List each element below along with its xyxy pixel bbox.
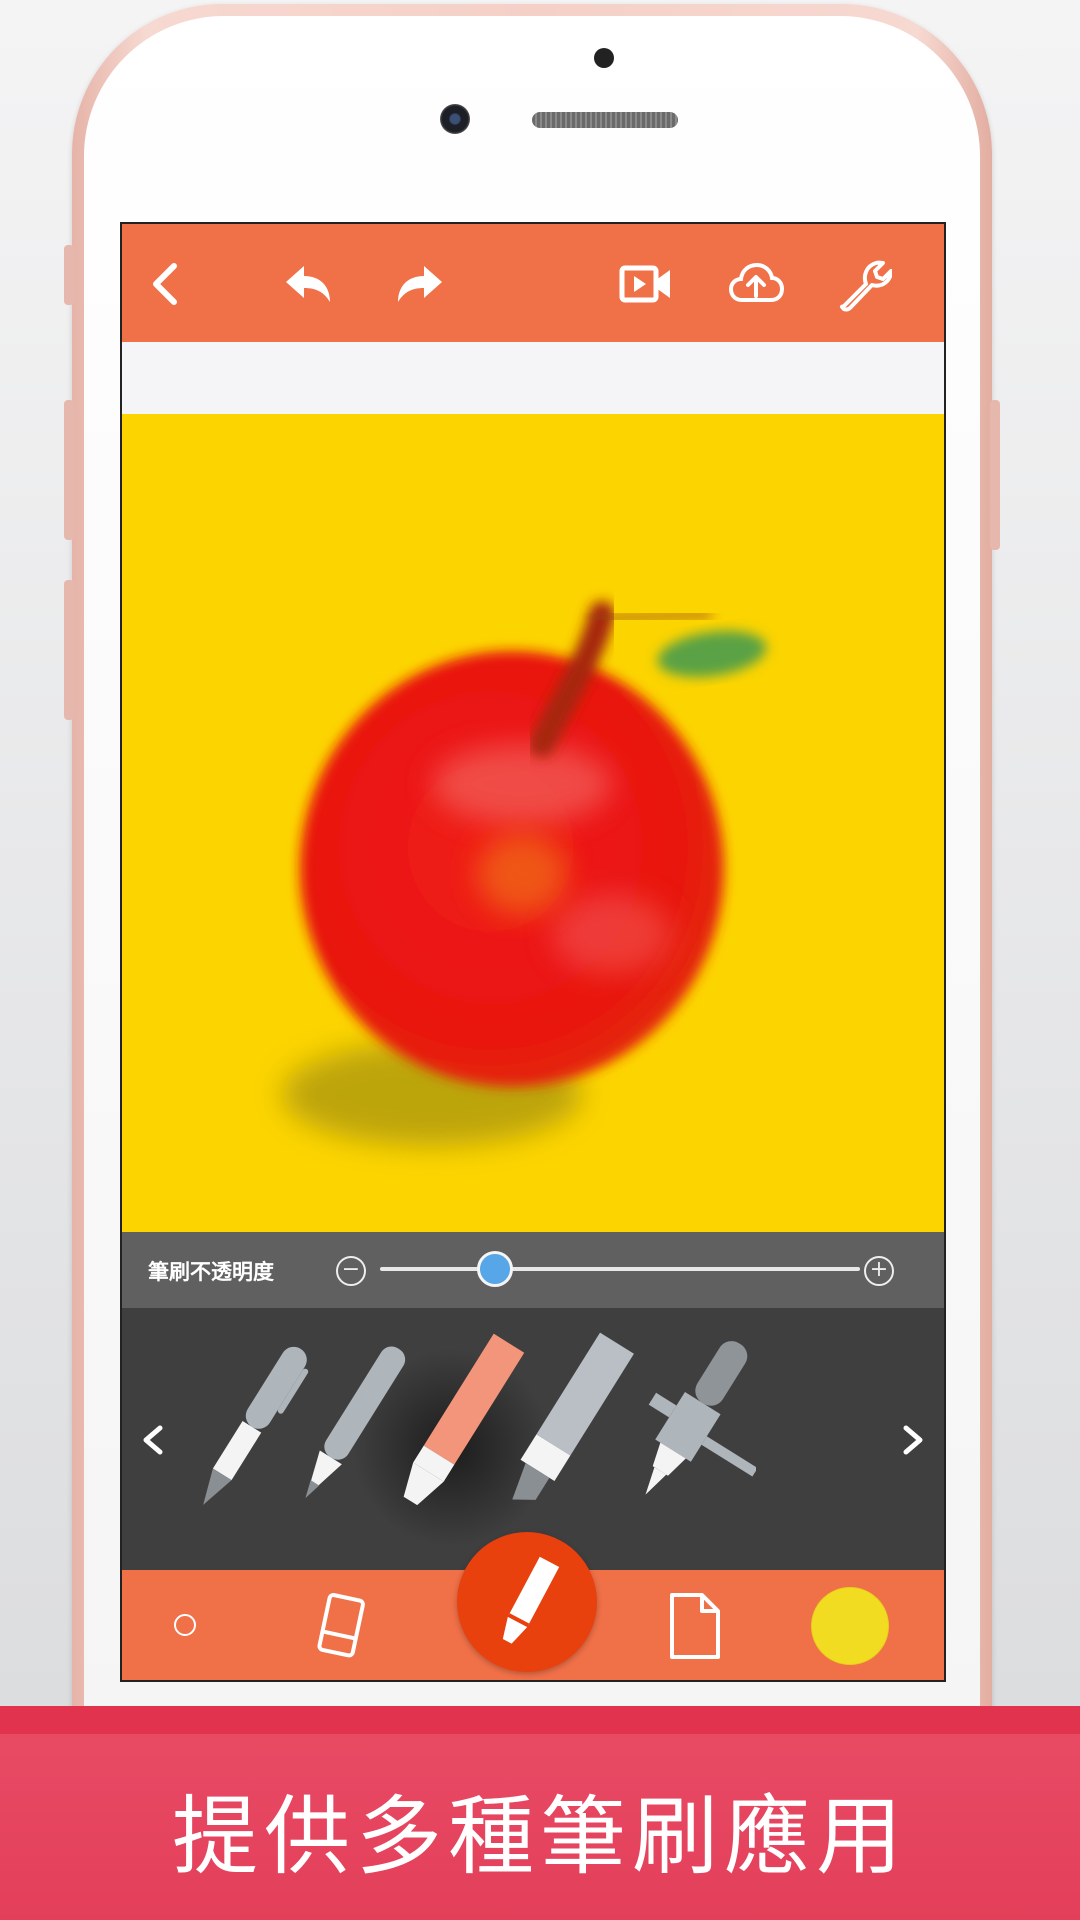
chevron-left-icon: [153, 263, 177, 305]
apple-drawing: [282, 601, 767, 1146]
redo-icon: [398, 266, 442, 302]
mute-switch: [64, 245, 74, 305]
marker-brush-icon[interactable]: [494, 1328, 634, 1528]
brush-size-dot-icon: [174, 1614, 196, 1636]
current-color-swatch: [811, 1587, 889, 1665]
proximity-sensor: [594, 48, 614, 68]
promo-banner: 提供多種筆刷應用: [0, 1706, 1080, 1920]
opacity-slider-thumb[interactable]: [477, 1251, 514, 1287]
color-picker-button[interactable]: [810, 1586, 890, 1666]
eraser-button[interactable]: [302, 1586, 378, 1666]
opacity-label: 筆刷不透明度: [148, 1260, 274, 1284]
cloud-upload-icon: [728, 262, 784, 302]
volume-down-button: [64, 580, 74, 720]
undo-icon: [286, 266, 330, 302]
eraser-icon: [317, 1593, 365, 1658]
wrench-icon: [839, 260, 892, 312]
app-screen: 筆刷不透明度 − +: [120, 222, 946, 1682]
upload-button[interactable]: [720, 248, 792, 320]
redo-button[interactable]: [384, 248, 456, 320]
drawing-canvas[interactable]: [122, 414, 944, 1232]
opacity-slider-bar: 筆刷不透明度 − +: [122, 1232, 944, 1308]
opacity-slider-track[interactable]: [380, 1267, 860, 1271]
decrease-opacity-button[interactable]: −: [336, 1256, 366, 1286]
volume-up-button: [64, 400, 74, 540]
back-button[interactable]: [132, 248, 204, 320]
top-toolbar: [122, 224, 944, 342]
new-page-button[interactable]: [656, 1586, 732, 1666]
brush-selector: [122, 1308, 944, 1570]
crayon-icon: [502, 1556, 560, 1644]
power-button: [990, 400, 1000, 550]
record-video-button[interactable]: [610, 248, 682, 320]
front-camera: [440, 104, 470, 134]
page-icon: [670, 1593, 720, 1659]
increase-opacity-button[interactable]: +: [864, 1256, 894, 1286]
chevron-left-icon[interactable]: [134, 1420, 174, 1460]
undo-button[interactable]: [272, 248, 344, 320]
active-brush-button[interactable]: [457, 1532, 597, 1672]
airbrush-brush-icon[interactable]: [616, 1328, 756, 1528]
video-icon: [619, 265, 670, 303]
earpiece-speaker: [532, 112, 678, 128]
settings-button[interactable]: [828, 248, 900, 320]
banner-title: 提供多種筆刷應用: [172, 1787, 908, 1887]
brush-size-button[interactable]: [170, 1610, 200, 1640]
chevron-right-icon[interactable]: [892, 1420, 932, 1460]
